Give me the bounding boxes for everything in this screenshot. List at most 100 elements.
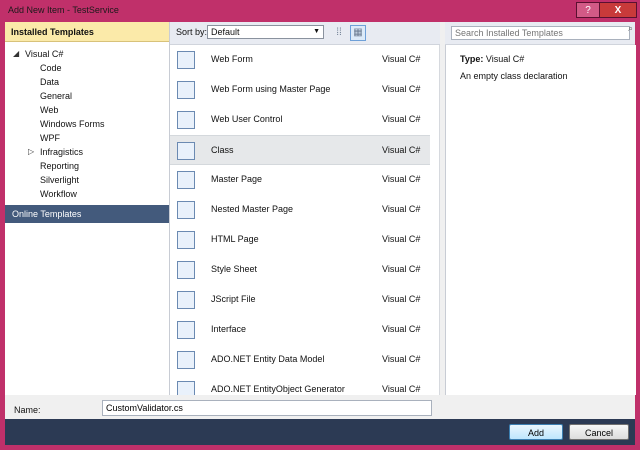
tree-item-code[interactable]: Code <box>40 61 62 75</box>
close-button[interactable]: X <box>599 2 637 18</box>
template-name: Web User Control <box>211 114 283 124</box>
title-bar: Add New Item - TestService ? X <box>0 0 640 22</box>
add-new-item-dialog: Add New Item - TestService ? X Installed… <box>0 0 640 450</box>
sort-by-value: Default <box>211 27 240 37</box>
small-icons-icon: ⁞⁞ <box>336 27 342 38</box>
tree-item-label: Data <box>40 77 60 87</box>
class-icon <box>177 142 195 160</box>
window-title: Add New Item - TestService <box>8 5 119 15</box>
collapsed-arrow-icon[interactable]: ▷ <box>28 145 38 159</box>
template-name: Nested Master Page <box>211 204 294 214</box>
help-icon: ? <box>585 4 591 16</box>
template-row[interactable]: Interface Visual C# <box>170 315 430 345</box>
jscript-file-icon <box>177 291 195 309</box>
style-sheet-icon <box>177 261 195 279</box>
template-row[interactable]: Master Page Visual C# <box>170 165 430 195</box>
cancel-button[interactable]: Cancel <box>569 424 629 440</box>
template-language: Visual C# <box>382 234 421 244</box>
template-language: Visual C# <box>382 114 421 124</box>
add-button[interactable]: Add <box>509 424 563 440</box>
medium-icons-icon: ▦ <box>353 27 363 38</box>
type-value: Visual C# <box>485 54 525 64</box>
web-form-master-icon <box>177 81 195 99</box>
template-row[interactable]: Class Visual C# <box>170 135 430 165</box>
template-language: Visual C# <box>382 84 421 94</box>
template-row[interactable]: ADO.NET Entity Data Model Visual C# <box>170 345 430 375</box>
template-row[interactable]: Web Form using Master Page Visual C# <box>170 75 430 105</box>
search-input[interactable] <box>451 26 630 40</box>
tree-item-visual-c[interactable]: Visual C# <box>25 47 63 61</box>
online-templates-item[interactable]: Online Templates <box>5 205 169 223</box>
installed-templates-header[interactable]: Installed Templates <box>5 22 169 42</box>
tree-item-label: Reporting <box>40 161 80 171</box>
tree-item-data[interactable]: Data <box>40 75 59 89</box>
nested-master-page-icon <box>177 201 195 219</box>
template-detail-pane: Type: Visual C# An empty class declarati… <box>445 45 636 395</box>
close-icon: X <box>614 4 622 16</box>
tree-item-label: Web <box>40 105 59 115</box>
tree-item-label: Windows Forms <box>40 119 105 129</box>
master-page-icon <box>177 171 195 189</box>
template-name: Master Page <box>211 174 263 184</box>
help-button[interactable]: ? <box>576 2 600 18</box>
template-list-scrollbar[interactable]: ▲ ▼ <box>439 45 440 395</box>
medium-icons-view-button[interactable]: ▦ <box>350 25 366 41</box>
template-language: Visual C# <box>382 174 421 184</box>
sort-by-dropdown[interactable]: Default ▼ <box>207 25 324 39</box>
template-language: Visual C# <box>382 324 421 334</box>
template-row[interactable]: Web User Control Visual C# <box>170 105 430 135</box>
interface-icon <box>177 321 195 339</box>
type-line: Type: Visual C# <box>460 54 524 64</box>
dialog-client: Installed Templates Visual C# ◢ Code Data Ge… <box>5 22 636 445</box>
tree-item-wpf[interactable]: WPF <box>40 131 60 145</box>
template-language: Visual C# <box>382 145 421 155</box>
name-label: Name: <box>14 405 41 415</box>
tree-item-label: General <box>40 91 73 101</box>
chevron-down-icon: ▼ <box>313 28 320 35</box>
entity-generator-icon <box>177 381 195 395</box>
template-list: Web Form Visual C# Web Form using Master P… <box>170 45 440 395</box>
tree-item-infragistics[interactable]: Infragistics <box>40 145 83 159</box>
entity-data-model-icon <box>177 351 195 369</box>
html-page-icon <box>177 231 195 249</box>
template-description: An empty class declaration <box>460 71 568 81</box>
tree-item-label: Visual C# <box>25 49 64 59</box>
button-bar: Add Cancel <box>5 419 635 445</box>
template-name: ADO.NET Entity Data Model <box>211 354 325 364</box>
template-language: Visual C# <box>382 54 421 64</box>
template-row[interactable]: ADO.NET EntityObject Generator Visual C# <box>170 375 430 395</box>
template-language: Visual C# <box>382 204 421 214</box>
template-row[interactable]: Style Sheet Visual C# <box>170 255 430 285</box>
template-name: Interface <box>211 324 247 334</box>
template-language: Visual C# <box>382 354 421 364</box>
search-icon[interactable]: ⌕ <box>628 23 633 34</box>
tree-item-web[interactable]: Web <box>40 103 58 117</box>
tree-item-reporting[interactable]: Reporting <box>40 159 79 173</box>
tree-item-label: WPF <box>40 133 60 143</box>
sort-toolbar: Sort by: Default ▼ ⁞⁞ ▦ <box>170 22 440 45</box>
template-row[interactable]: JScript File Visual C# <box>170 285 430 315</box>
tree-item-windows-forms[interactable]: Windows Forms <box>40 117 105 131</box>
template-name: Web Form <box>211 54 253 64</box>
template-name: Style Sheet <box>211 264 258 274</box>
template-language: Visual C# <box>382 384 421 394</box>
tree-item-label: Silverlight <box>40 175 80 185</box>
web-form-icon <box>177 51 195 69</box>
type-label: Type: <box>460 54 484 64</box>
tree-item-label: Code <box>40 63 62 73</box>
search-bar: ⌕ <box>445 22 635 45</box>
tree-item-general[interactable]: General <box>40 89 72 103</box>
template-name: HTML Page <box>211 234 259 244</box>
tree-item-label: Infragistics <box>40 147 84 157</box>
tree-item-workflow[interactable]: Workflow <box>40 187 77 201</box>
tree-item-silverlight[interactable]: Silverlight <box>40 173 79 187</box>
template-name: Web Form using Master Page <box>211 84 331 94</box>
small-icons-view-button[interactable]: ⁞⁞ <box>331 25 347 41</box>
template-row[interactable]: Web Form Visual C# <box>170 45 430 75</box>
user-control-icon <box>177 111 195 129</box>
template-name: ADO.NET EntityObject Generator <box>211 384 345 394</box>
template-row[interactable]: HTML Page Visual C# <box>170 225 430 255</box>
template-row[interactable]: Nested Master Page Visual C# <box>170 195 430 225</box>
name-field[interactable] <box>102 400 432 416</box>
expanded-arrow-icon[interactable]: ◢ <box>13 47 23 61</box>
